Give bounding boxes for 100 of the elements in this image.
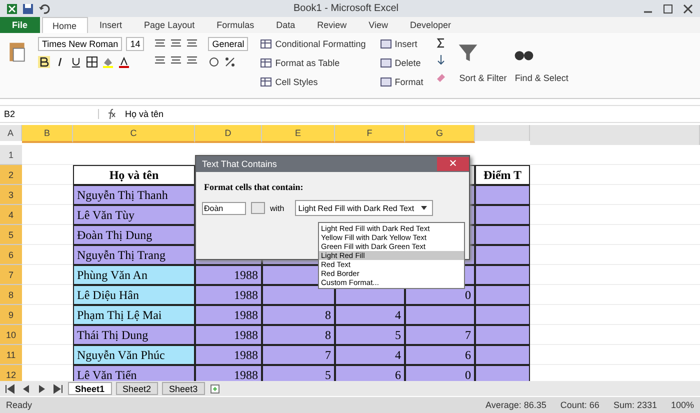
- fill-icon[interactable]: [435, 54, 448, 66]
- column-header[interactable]: G: [405, 125, 475, 143]
- ribbon-tab[interactable]: Developer: [400, 17, 462, 33]
- font-size-field[interactable]: 14: [126, 37, 144, 51]
- table-cell: 8: [262, 305, 335, 325]
- column-header[interactable]: B: [22, 125, 73, 143]
- table-cell: 6: [405, 345, 475, 365]
- row-header[interactable]: 3: [0, 185, 22, 205]
- row-header[interactable]: 5: [0, 225, 22, 245]
- sheet-tab[interactable]: Sheet2: [116, 382, 158, 395]
- table-cell: Họ và tên: [73, 165, 195, 185]
- format-dropdown[interactable]: Light Red Fill with Dark Red Text: [295, 200, 434, 216]
- table-cell: 8: [262, 325, 335, 345]
- column-header[interactable]: E: [262, 125, 335, 143]
- font-color-icon[interactable]: [118, 56, 130, 68]
- table-cell: Phạm Thị Lệ Mai: [73, 305, 195, 325]
- column-header[interactable]: A: [0, 125, 22, 141]
- file-tab[interactable]: File: [0, 17, 40, 33]
- table-cell: [475, 285, 530, 305]
- last-sheet-icon[interactable]: [52, 382, 64, 394]
- new-sheet-icon[interactable]: [208, 382, 221, 394]
- styles-button[interactable]: Format as Table: [258, 56, 368, 70]
- text-field[interactable]: Đoàn: [202, 202, 246, 214]
- editing-button[interactable]: Sort & Filter: [457, 72, 509, 84]
- close-icon[interactable]: [682, 2, 694, 14]
- styles-button[interactable]: Cell Styles: [258, 75, 368, 89]
- ribbon-tab[interactable]: Page Layout: [134, 17, 205, 33]
- table-cell: 1988: [195, 305, 262, 325]
- table-icon[interactable]: [260, 57, 272, 69]
- window-title: Book1 - Microsoft Excel: [293, 3, 399, 14]
- sheet-tab[interactable]: Sheet3: [162, 382, 205, 395]
- close-button[interactable]: [437, 157, 469, 171]
- number-format-field[interactable]: General: [208, 37, 248, 51]
- row-header[interactable]: 7: [0, 265, 22, 285]
- cells-button[interactable]: Delete: [378, 56, 426, 70]
- table-icon[interactable]: [260, 76, 272, 88]
- bold-icon[interactable]: [38, 56, 50, 68]
- table-cell: 5: [335, 325, 405, 345]
- undo-icon[interactable]: [38, 2, 50, 14]
- table-cell: [475, 325, 530, 345]
- table-cell: [475, 245, 530, 265]
- table-cell: 4: [335, 345, 405, 365]
- row-header[interactable]: 1: [0, 145, 22, 165]
- table-cell: [475, 265, 530, 285]
- styles-button[interactable]: Conditional Formatting: [258, 37, 368, 51]
- table-cell: Lê Diệu Hân: [73, 285, 195, 305]
- table-cell: [475, 305, 530, 325]
- first-sheet-icon[interactable]: [4, 382, 16, 394]
- row-header[interactable]: 4: [0, 205, 22, 225]
- table-cell: Lê Văn Tùy: [73, 205, 195, 225]
- row-header[interactable]: 2: [0, 165, 22, 185]
- row-header[interactable]: 8: [0, 285, 22, 305]
- ribbon-tab[interactable]: View: [358, 17, 398, 33]
- column-header[interactable]: D: [195, 125, 262, 143]
- ribbon-tab[interactable]: Data: [266, 17, 306, 33]
- table-cell: Nguyễn Văn Phúc: [73, 345, 195, 365]
- table-cell: Nguyễn Thị Thanh: [73, 185, 195, 205]
- with-label: with: [270, 204, 284, 212]
- status-sum: Sum: 2331: [613, 400, 657, 410]
- ribbon-tab[interactable]: Review: [307, 17, 357, 33]
- maximize-icon[interactable]: [662, 2, 674, 14]
- dialog-prompt: Format cells that contain:: [204, 182, 304, 192]
- dialog-title: Text That Contains: [202, 159, 277, 169]
- table-cell: 1988: [195, 265, 262, 285]
- borders-icon[interactable]: [86, 56, 98, 68]
- table-icon[interactable]: [260, 38, 272, 50]
- excel-logo-icon[interactable]: [6, 2, 18, 14]
- save-icon[interactable]: [22, 2, 34, 14]
- status-count: Count: 66: [560, 400, 600, 410]
- status-average: Average: 86.35: [486, 400, 546, 410]
- table-cell: [475, 345, 530, 365]
- sheet-tab[interactable]: Sheet1: [68, 382, 112, 395]
- cells-button[interactable]: Insert: [378, 37, 426, 51]
- zoom-level: 100%: [670, 400, 694, 410]
- status-mode: Ready: [6, 400, 32, 410]
- row-header[interactable]: 11: [0, 345, 22, 365]
- column-header[interactable]: C: [73, 125, 195, 143]
- row-header[interactable]: 10: [0, 325, 22, 345]
- ribbon-tab[interactable]: Home: [42, 17, 88, 33]
- ribbon-tab[interactable]: Insert: [90, 17, 132, 33]
- ribbon-tab[interactable]: Formulas: [206, 17, 264, 33]
- table-cell: Thái Thị Dung: [73, 325, 195, 345]
- table-cell: 1988: [195, 345, 262, 365]
- underline-icon[interactable]: [70, 56, 82, 68]
- row-header[interactable]: 6: [0, 245, 22, 265]
- table-cell: 1988: [195, 285, 262, 305]
- table-cell: Điểm T: [475, 165, 530, 185]
- cells-button[interactable]: Format: [378, 75, 426, 89]
- table-cell: 1988: [195, 325, 262, 345]
- table-cell: 4: [335, 305, 405, 325]
- row-header[interactable]: 9: [0, 305, 22, 325]
- fill-color-icon[interactable]: [102, 56, 114, 68]
- editing-button[interactable]: Find & Select: [512, 72, 570, 84]
- table-cell: Nguyễn Thị Trang: [73, 245, 195, 265]
- font-name-field[interactable]: Times New Roman: [38, 37, 122, 51]
- column-header[interactable]: F: [335, 125, 405, 143]
- table-cell: 7: [405, 325, 475, 345]
- table-cell: Phùng Văn An: [73, 265, 195, 285]
- percent-icon[interactable]: [224, 56, 236, 68]
- table-cell: Đoàn Thị Dung: [73, 225, 195, 245]
